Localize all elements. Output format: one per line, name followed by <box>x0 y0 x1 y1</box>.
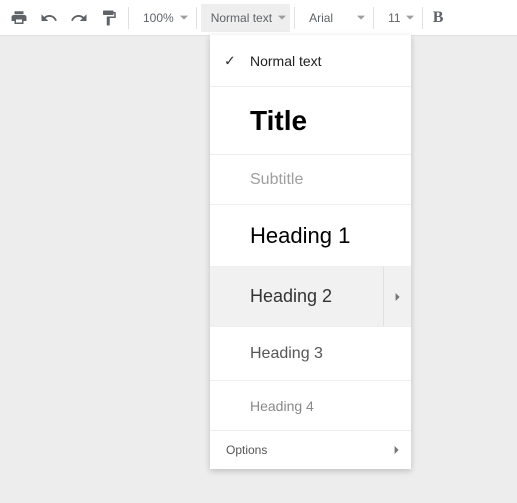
style-item-heading-1[interactable]: Heading 1 <box>210 205 411 267</box>
bold-button[interactable]: B <box>428 4 448 32</box>
style-item-normal-text[interactable]: ✓ Normal text <box>210 35 411 87</box>
undo-icon[interactable] <box>35 4 63 32</box>
zoom-dropdown[interactable]: 100% <box>133 4 192 32</box>
font-value: Arial <box>309 11 333 25</box>
style-item-title[interactable]: Title <box>210 87 411 155</box>
style-item-heading-2[interactable]: Heading 2 <box>210 267 411 327</box>
toolbar-separator <box>422 7 423 29</box>
font-dropdown[interactable]: Arial <box>299 4 369 32</box>
style-item-heading-3[interactable]: Heading 3 <box>210 327 411 381</box>
submenu-arrow-icon[interactable] <box>383 267 411 326</box>
style-item-label: Heading 3 <box>250 345 323 363</box>
zoom-value: 100% <box>143 11 174 25</box>
style-item-heading-4[interactable]: Heading 4 <box>210 381 411 431</box>
toolbar-separator <box>128 7 129 29</box>
font-size-value: 11 <box>388 11 400 25</box>
chevron-down-icon <box>278 11 286 25</box>
style-item-subtitle[interactable]: Subtitle <box>210 155 411 205</box>
font-size-dropdown[interactable]: 11 <box>378 4 418 32</box>
style-item-label: Heading 2 <box>250 286 332 307</box>
submenu-arrow-icon[interactable] <box>383 431 411 469</box>
style-item-label: Heading 4 <box>250 398 314 414</box>
style-item-options[interactable]: Options <box>210 431 411 469</box>
chevron-down-icon <box>357 11 365 25</box>
toolbar-separator <box>294 7 295 29</box>
toolbar: 100% Normal text Arial 11 B <box>0 0 517 36</box>
style-item-label: Heading 1 <box>250 223 350 249</box>
style-item-label: Subtitle <box>250 171 303 189</box>
print-icon[interactable] <box>5 4 33 32</box>
style-item-label: Options <box>226 443 267 457</box>
chevron-down-icon <box>180 11 188 25</box>
style-item-label: Normal text <box>250 53 322 69</box>
paragraph-style-menu: ✓ Normal text Title Subtitle Heading 1 H… <box>210 35 411 469</box>
paragraph-style-value: Normal text <box>211 11 272 25</box>
redo-icon[interactable] <box>65 4 93 32</box>
toolbar-separator <box>196 7 197 29</box>
paragraph-style-dropdown[interactable]: Normal text <box>201 4 290 32</box>
check-icon: ✓ <box>224 52 236 69</box>
paint-format-icon[interactable] <box>95 4 123 32</box>
toolbar-separator <box>373 7 374 29</box>
chevron-down-icon <box>406 11 414 25</box>
style-item-label: Title <box>250 105 307 137</box>
